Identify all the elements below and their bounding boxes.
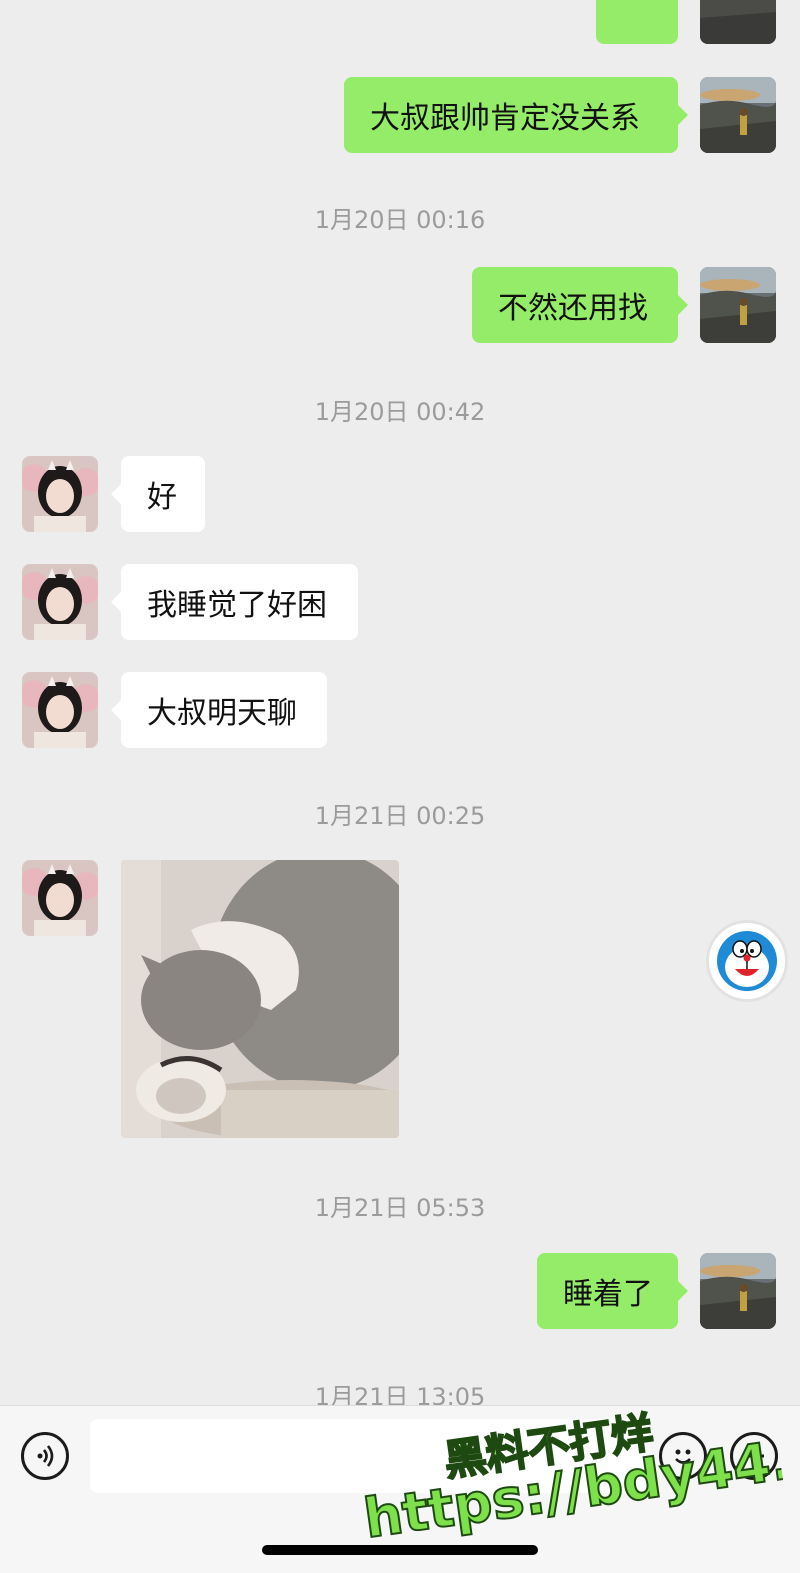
timestamp: 1月20日 00:16 (314, 206, 486, 234)
incoming-message-bubble[interactable]: 好 (111, 456, 205, 532)
my-avatar[interactable] (700, 77, 776, 153)
contact-avatar[interactable] (22, 860, 98, 936)
message-text: 大叔明天聊 (147, 696, 297, 731)
outgoing-message-bubble[interactable]: 不然还用找 (472, 267, 688, 343)
message-text: 好 (147, 480, 177, 515)
voice-icon (37, 1445, 54, 1467)
timestamp: 1月21日 05:53 (314, 1194, 486, 1222)
message-text: 我睡觉了好困 (147, 588, 327, 623)
my-avatar[interactable] (700, 267, 776, 343)
contact-avatar[interactable] (22, 456, 98, 532)
voice-button[interactable] (21, 1432, 69, 1480)
partial-outgoing-bubble[interactable] (596, 0, 678, 44)
incoming-message-bubble[interactable]: 大叔明天聊 (111, 672, 327, 748)
incoming-message-bubble[interactable]: 我睡觉了好困 (111, 564, 358, 640)
timestamp: 1月20日 00:42 (314, 398, 486, 426)
message-text: 不然还用找 (498, 291, 648, 326)
home-indicator (262, 1545, 538, 1555)
outgoing-message-bubble[interactable]: 大叔跟帅肯定没关系 (344, 77, 688, 153)
my-avatar[interactable] (700, 1253, 776, 1329)
my-avatar[interactable] (700, 0, 776, 44)
floating-widget[interactable] (706, 920, 788, 1002)
message-text: 睡着了 (563, 1277, 653, 1312)
message-text: 大叔跟帅肯定没关系 (370, 101, 640, 136)
outgoing-message-bubble[interactable]: 睡着了 (537, 1253, 688, 1329)
doraemon-icon (717, 931, 777, 991)
contact-avatar[interactable] (22, 672, 98, 748)
timestamp: 1月21日 00:25 (314, 802, 486, 830)
cat-sticker-image[interactable] (121, 860, 399, 1138)
contact-avatar[interactable] (22, 564, 98, 640)
